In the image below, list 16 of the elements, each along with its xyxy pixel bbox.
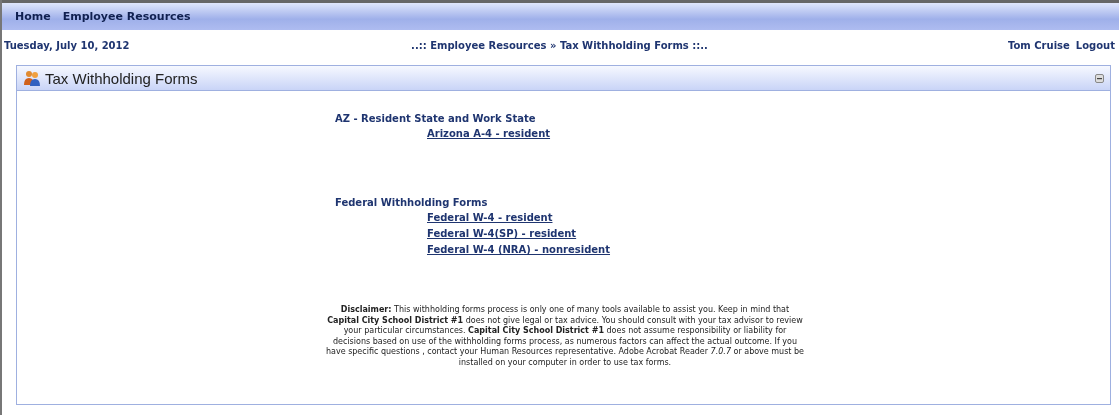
date-text: Tuesday, July 10, 2012 [4, 40, 131, 51]
logout-link[interactable]: Logout [1075, 40, 1115, 51]
collapse-icon[interactable] [1095, 73, 1104, 83]
breadcrumb: ..:: Employee Resources » Tax Withholding Forms ::.. [411, 40, 708, 51]
form-link[interactable]: Arizona A-4 - resident [427, 128, 551, 139]
nav-link[interactable]: Employee Resources [57, 8, 196, 25]
form-link[interactable]: Federal W-4(SP) - resident [427, 228, 577, 239]
form-link[interactable]: Federal W-4 - resident [427, 212, 553, 223]
nav-link[interactable]: Home [10, 8, 56, 25]
users-icon [23, 70, 41, 86]
form-link[interactable]: Federal W-4 (NRA) - nonresident [427, 244, 610, 255]
user-link[interactable]: Tom Cruise [1008, 40, 1070, 51]
section-heading: Federal Withholding Forms [335, 197, 489, 208]
section-heading: AZ - Resident State and Work State [335, 113, 537, 124]
disclaimer-text: Disclaimer: This withholding forms process is only one of many tools available to assist you. Keep in mind that Capital City School District #1 does not give legal or tax advice. You should consult with your tax advisor to review your particular circumstances. Capital City School District #1 does not assume responsibility or liability for decisions based on use of the withholding forms process, as numerous factors can affect the actual outcome. If you have specific questions , contact your Human Resources representative. Adobe Acrobat Reader 7.0.7 or above must be installed on your computer in order to use tax forms. [325, 305, 805, 368]
panel-title: Tax Withholding Forms [45, 69, 198, 87]
